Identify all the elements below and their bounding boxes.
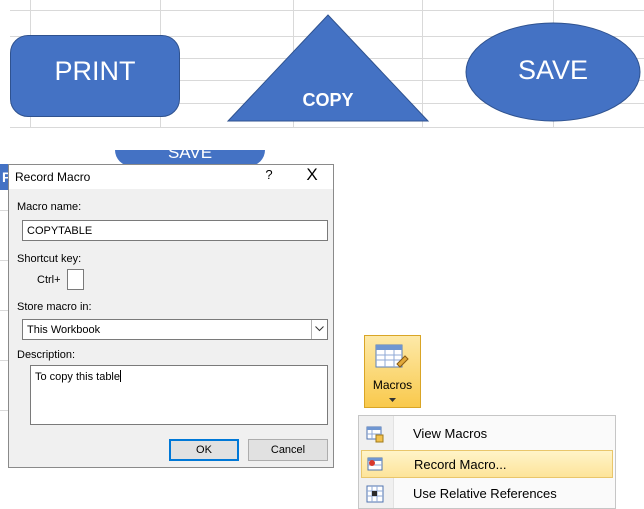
ok-button[interactable]: OK	[169, 439, 239, 461]
macro-name-value: COPYTABLE	[27, 225, 93, 237]
menu-item-label: Use Relative References	[413, 486, 557, 501]
record-macro-snippet: SAVE P Record Macro ? X Macro name: COPY…	[0, 150, 336, 470]
help-button[interactable]: ?	[259, 167, 279, 182]
chevron-down-icon[interactable]	[311, 320, 327, 339]
shortcut-key-input[interactable]	[67, 269, 84, 290]
macros-dropdown-menu: View Macros Record Macro... Use Relative…	[358, 415, 616, 509]
menu-item-view-macros[interactable]: View Macros	[361, 420, 613, 448]
shortcut-key-label: Shortcut key:	[17, 253, 82, 265]
store-macro-label: Store macro in:	[17, 301, 92, 313]
menu-item-use-relative-references[interactable]: Use Relative References	[361, 480, 613, 508]
description-label: Description:	[17, 349, 76, 361]
relative-references-icon	[366, 485, 384, 503]
copy-label: COPY	[302, 90, 354, 110]
cancel-button[interactable]: Cancel	[248, 439, 328, 461]
description-value: To copy this table	[35, 371, 120, 383]
menu-item-record-macro[interactable]: Record Macro...	[361, 450, 613, 478]
partial-save-label: SAVE	[167, 150, 213, 162]
save-button-shape[interactable]: SAVE	[465, 22, 641, 122]
macros-ribbon-button[interactable]: Macros	[364, 335, 421, 408]
record-macro-icon	[367, 457, 383, 471]
ctrl-label: Ctrl+	[37, 274, 61, 286]
grid-line	[10, 10, 644, 11]
grid-line	[10, 127, 644, 128]
macros-label: Macros	[372, 378, 413, 392]
dialog-titlebar: Record Macro ? X	[9, 165, 333, 189]
description-textarea[interactable]: To copy this table	[30, 365, 328, 425]
print-label: PRINT	[54, 56, 136, 86]
text-cursor	[120, 370, 121, 382]
macros-icon	[375, 344, 409, 368]
menu-item-label: Record Macro...	[414, 457, 507, 472]
store-macro-select[interactable]: This Workbook	[22, 319, 328, 340]
close-button[interactable]: X	[301, 165, 323, 185]
print-button-shape[interactable]: PRINT	[10, 35, 180, 117]
save-label: SAVE	[517, 55, 589, 85]
dialog-title: Record Macro	[15, 170, 91, 184]
caret-down-icon	[389, 398, 396, 402]
macro-name-label: Macro name:	[17, 201, 82, 213]
copy-button-shape[interactable]: COPY	[226, 14, 430, 122]
view-macros-icon	[366, 426, 384, 443]
record-macro-dialog: Record Macro ? X Macro name: COPYTABLE S…	[8, 164, 334, 468]
menu-item-label: View Macros	[413, 426, 488, 441]
macro-name-input[interactable]: COPYTABLE	[22, 220, 328, 241]
store-macro-value: This Workbook	[27, 324, 101, 336]
